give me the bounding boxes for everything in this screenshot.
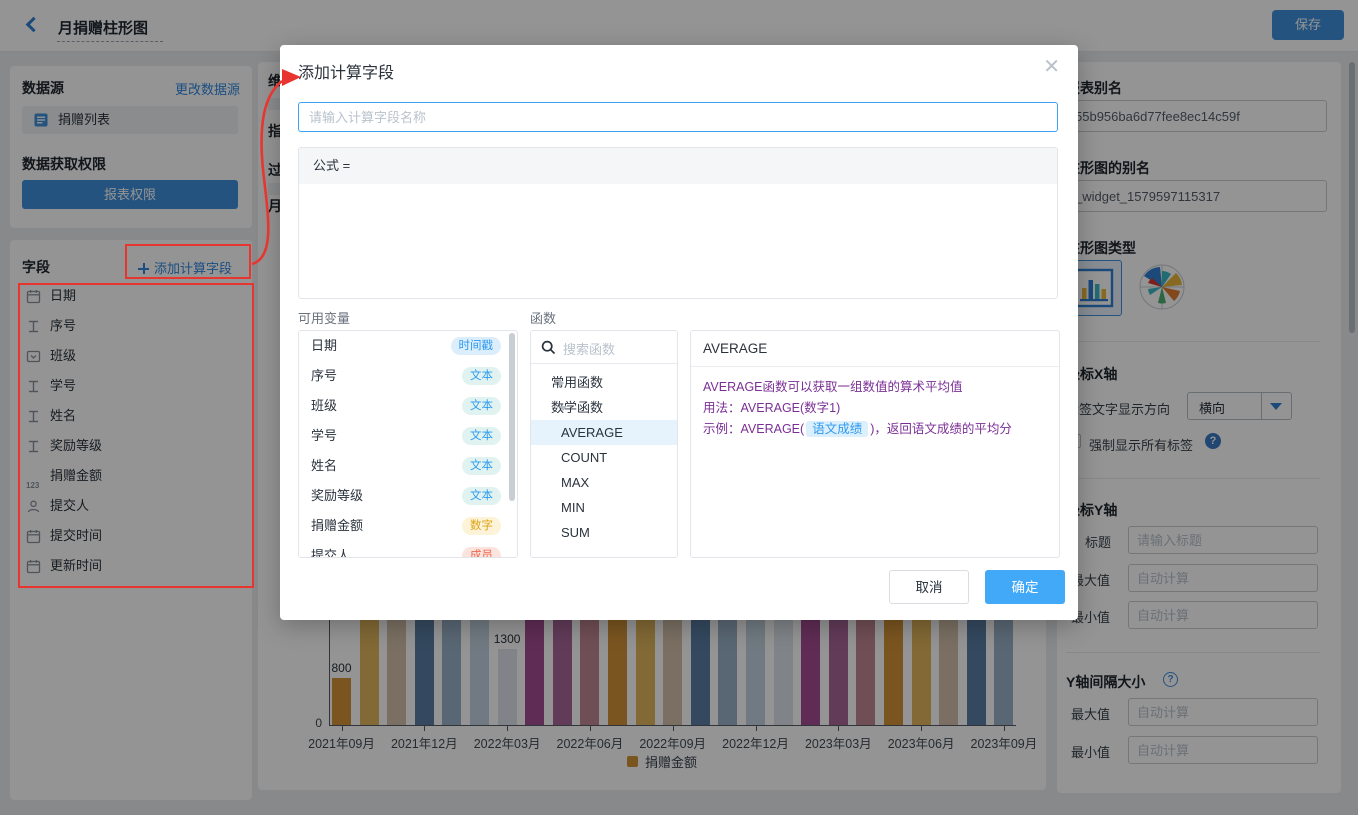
variable-item-提交人[interactable]: 提交人 成员	[299, 541, 517, 558]
cancel-button[interactable]: 取消	[889, 570, 969, 604]
doc-description: AVERAGE函数可以获取一组数值的算术平均值	[703, 377, 1047, 398]
doc-example: 示例：AVERAGE(语文成绩)，返回语文成绩的平均分	[703, 419, 1047, 440]
variable-name: 日期	[311, 338, 337, 353]
variable-type-tag: 文本	[462, 457, 501, 475]
variable-item-姓名[interactable]: 姓名 文本	[299, 451, 517, 481]
variable-item-日期[interactable]: 日期 时间戳	[299, 331, 517, 361]
close-icon[interactable]	[1043, 57, 1060, 77]
variables-scrollbar[interactable]	[509, 333, 515, 501]
variable-name: 姓名	[311, 458, 337, 473]
variable-type-tag: 成员	[462, 547, 501, 558]
variable-type-tag: 时间戳	[451, 337, 502, 355]
doc-example-tag: 语文成绩	[806, 421, 868, 437]
function-item-COUNT[interactable]: COUNT	[531, 445, 677, 470]
variable-type-tag: 文本	[462, 427, 501, 445]
variable-type-tag: 数字	[462, 517, 501, 535]
caret-down-icon	[559, 406, 567, 411]
doc-function-name: AVERAGE	[691, 331, 1059, 367]
function-group-数学函数[interactable]: 数学函数	[531, 395, 677, 420]
variable-name: 捐赠金额	[311, 518, 363, 533]
variable-item-序号[interactable]: 序号 文本	[299, 361, 517, 391]
doc-usage: 用法：AVERAGE(数字1)	[703, 398, 1047, 419]
function-item-MAX[interactable]: MAX	[531, 470, 677, 495]
variable-name: 学号	[311, 428, 337, 443]
calc-field-name-input[interactable]	[298, 102, 1058, 132]
doc-body: AVERAGE函数可以获取一组数值的算术平均值 用法：AVERAGE(数字1) …	[691, 367, 1059, 450]
add-calc-field-dialog: 添加计算字段 公式 = 可用变量 函数 日期时间戳序号文本班级文本学号文本姓名文…	[280, 45, 1078, 620]
variables-list: 日期时间戳序号文本班级文本学号文本姓名文本奖励等级文本捐赠金额数字提交人成员	[298, 330, 518, 558]
function-item-SUM[interactable]: SUM	[531, 520, 677, 545]
variables-title: 可用变量	[298, 308, 350, 327]
function-doc-panel: AVERAGE AVERAGE函数可以获取一组数值的算术平均值 用法：AVERA…	[690, 330, 1060, 558]
variable-name: 班级	[311, 398, 337, 413]
function-group-常用函数[interactable]: 常用函数	[531, 370, 677, 395]
search-placeholder: 搜索函数	[563, 339, 615, 358]
variable-type-tag: 文本	[462, 367, 501, 385]
variable-item-捐赠金额[interactable]: 捐赠金额 数字	[299, 511, 517, 541]
confirm-button[interactable]: 确定	[985, 570, 1065, 604]
search-icon	[541, 340, 556, 355]
variable-type-tag: 文本	[462, 487, 501, 505]
function-search[interactable]: 搜索函数	[531, 331, 677, 364]
functions-list: 搜索函数 常用函数数学函数AVERAGECOUNTMAXMINSUM	[530, 330, 678, 558]
functions-title: 函数	[530, 308, 556, 327]
variable-item-班级[interactable]: 班级 文本	[299, 391, 517, 421]
variable-name: 提交人	[311, 548, 350, 558]
variable-item-学号[interactable]: 学号 文本	[299, 421, 517, 451]
variable-name: 序号	[311, 368, 337, 383]
variable-type-tag: 文本	[462, 397, 501, 415]
function-item-AVERAGE[interactable]: AVERAGE	[531, 420, 677, 445]
formula-editor[interactable]: 公式 =	[298, 147, 1058, 299]
variable-item-奖励等级[interactable]: 奖励等级 文本	[299, 481, 517, 511]
caret-right-icon	[559, 379, 564, 387]
function-item-MIN[interactable]: MIN	[531, 495, 677, 520]
dialog-title: 添加计算字段	[298, 59, 394, 83]
formula-label: 公式 =	[299, 148, 1057, 184]
variable-name: 奖励等级	[311, 488, 363, 503]
